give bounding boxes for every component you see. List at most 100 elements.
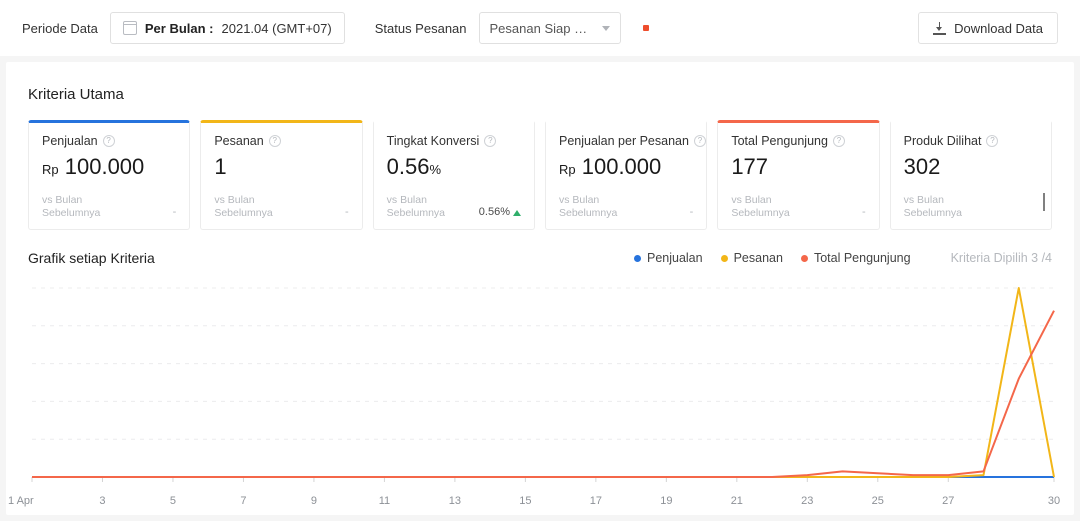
legend-item-pesanan[interactable]: Pesanan [721, 251, 783, 265]
card-value-row: 1 [214, 155, 348, 179]
card-value: 100.000 [582, 154, 662, 179]
card-header: Produk Dilihat ? [904, 134, 1038, 148]
card-value-row: Rp 100.000 [42, 155, 176, 179]
help-circle-icon[interactable]: ? [694, 135, 706, 147]
chart-gridlines [32, 288, 1054, 439]
calendar-icon [123, 21, 137, 35]
card-compare-label: vs Bulan Sebelumnya [731, 194, 789, 220]
x-tick-label: 27 [942, 495, 954, 507]
card-footer: vs Bulan Sebelumnya 0.56% [387, 194, 521, 220]
x-tick-label: 21 [731, 495, 743, 507]
status-pesanan-label: Status Pesanan [375, 21, 467, 36]
chart-title: Grafik setiap Kriteria [28, 250, 155, 266]
chart-x-axis-labels: 1 Apr357911131517192123252730 [6, 495, 1080, 515]
x-tick-label: 17 [590, 495, 602, 507]
card-footer: vs Bulan Sebelumnya [904, 194, 1038, 220]
metric-card-produk-dilihat[interactable]: Produk Dilihat ? 302 vs Bulan Sebelumnya [890, 120, 1052, 230]
card-title: Total Pengunjung [731, 134, 828, 148]
criteria-selected-label: Kriteria Dipilih 3 /4 [951, 251, 1052, 265]
x-tick-label: 23 [801, 495, 813, 507]
arrow-up-icon [513, 210, 521, 216]
card-value-row: Rp 100.000 [559, 155, 693, 179]
card-value-row: 302 [904, 155, 1038, 179]
card-title: Penjualan per Pesanan [559, 134, 689, 148]
help-circle-icon[interactable]: ? [269, 135, 281, 147]
card-header: Total Pengunjung ? [731, 134, 865, 148]
legend-dot-icon [634, 255, 641, 262]
x-tick-label: 13 [449, 495, 461, 507]
help-circle-icon[interactable]: ? [833, 135, 845, 147]
card-compare-label: vs Bulan Sebelumnya [214, 194, 272, 220]
line-chart[interactable] [6, 280, 1080, 495]
card-title: Penjualan [42, 134, 98, 148]
card-delta: - [690, 206, 694, 220]
card-delta-value: 0.56% [479, 206, 510, 220]
metric-card-penjualan-per-pesanan[interactable]: Penjualan per Pesanan ? Rp 100.000 vs Bu… [545, 120, 707, 230]
period-prefix-label: Per Bulan : [145, 21, 214, 36]
metric-card-list: Penjualan ? Rp 100.000 vs Bulan Sebelumn… [6, 103, 1074, 230]
help-circle-icon[interactable]: ? [484, 135, 496, 147]
status-pesanan-value: Pesanan Siap Dikir... [490, 21, 594, 36]
card-header: Penjualan ? [42, 134, 176, 148]
x-tick-label: 25 [872, 495, 884, 507]
card-value-row: 0.56% [387, 155, 521, 179]
help-circle-icon[interactable]: ? [103, 135, 115, 147]
legend-label: Pesanan [734, 251, 783, 265]
chart-legend: Penjualan Pesanan Total Pengunjung Krite… [634, 251, 1052, 265]
card-footer: vs Bulan Sebelumnya - [42, 194, 176, 220]
x-tick-label: 9 [311, 495, 317, 507]
status-pesanan-select[interactable]: Pesanan Siap Dikir... [479, 12, 621, 44]
card-value: 302 [904, 154, 941, 179]
legend-item-penjualan[interactable]: Penjualan [634, 251, 703, 265]
legend-label: Total Pengunjung [814, 251, 911, 265]
legend-item-total-pengunjung[interactable]: Total Pengunjung [801, 251, 911, 265]
legend-dot-icon [801, 255, 808, 262]
x-tick-label: 15 [519, 495, 531, 507]
chevron-down-icon [602, 26, 610, 31]
metric-card-tingkat-konversi[interactable]: Tingkat Konversi ? 0.56% vs Bulan Sebelu… [373, 120, 535, 230]
card-footer: vs Bulan Sebelumnya - [214, 194, 348, 220]
chart-series-total-pengunjung [32, 311, 1054, 477]
x-tick-label: 1 Apr [8, 495, 34, 507]
chart-header: Grafik setiap Kriteria Penjualan Pesanan… [6, 230, 1074, 266]
card-delta: - [862, 206, 866, 220]
metric-card-penjualan[interactable]: Penjualan ? Rp 100.000 vs Bulan Sebelumn… [28, 120, 190, 230]
card-title: Tingkat Konversi [387, 134, 480, 148]
legend-dot-icon [721, 255, 728, 262]
metric-card-pesanan[interactable]: Pesanan ? 1 vs Bulan Sebelumnya - [200, 120, 362, 230]
card-value: 0.56 [387, 154, 430, 179]
cards-horizontal-scrollbar[interactable] [1043, 193, 1045, 211]
card-unit-suffix: % [429, 162, 441, 177]
periode-data-label: Periode Data [22, 21, 98, 36]
legend-label: Penjualan [647, 251, 703, 265]
card-title: Produk Dilihat [904, 134, 982, 148]
card-delta: - [173, 206, 177, 220]
card-compare-label: vs Bulan Sebelumnya [559, 194, 617, 220]
card-value: 177 [731, 154, 768, 179]
chart-plot-area[interactable]: 1 Apr357911131517192123252730 [6, 280, 1074, 495]
card-unit-prefix: Rp [42, 162, 59, 177]
filter-toolbar: Periode Data Per Bulan : 2021.04 (GMT+07… [0, 0, 1080, 56]
page-title: Kriteria Utama [6, 62, 1074, 103]
card-footer: vs Bulan Sebelumnya - [559, 194, 693, 220]
chart-series-group [32, 288, 1054, 477]
period-selector[interactable]: Per Bulan : 2021.04 (GMT+07) [110, 12, 345, 44]
card-compare-label: vs Bulan Sebelumnya [904, 194, 962, 220]
card-compare-label: vs Bulan Sebelumnya [387, 194, 445, 220]
card-header: Pesanan ? [214, 134, 348, 148]
card-value-row: 177 [731, 155, 865, 179]
main-panel: Kriteria Utama Penjualan ? Rp 100.000 vs… [6, 62, 1074, 515]
x-tick-label: 19 [660, 495, 672, 507]
card-value: 1 [214, 154, 226, 179]
download-data-button[interactable]: Download Data [918, 12, 1058, 44]
card-unit-prefix: Rp [559, 162, 576, 177]
chart-series-pesanan [32, 288, 1054, 477]
card-header: Tingkat Konversi ? [387, 134, 521, 148]
metric-card-total-pengunjung[interactable]: Total Pengunjung ? 177 vs Bulan Sebelumn… [717, 120, 879, 230]
period-value: 2021.04 (GMT+07) [222, 21, 332, 36]
x-tick-label: 5 [170, 495, 176, 507]
x-tick-label: 30 [1048, 495, 1060, 507]
help-circle-icon[interactable]: ? [986, 135, 998, 147]
card-footer: vs Bulan Sebelumnya - [731, 194, 865, 220]
card-title: Pesanan [214, 134, 263, 148]
